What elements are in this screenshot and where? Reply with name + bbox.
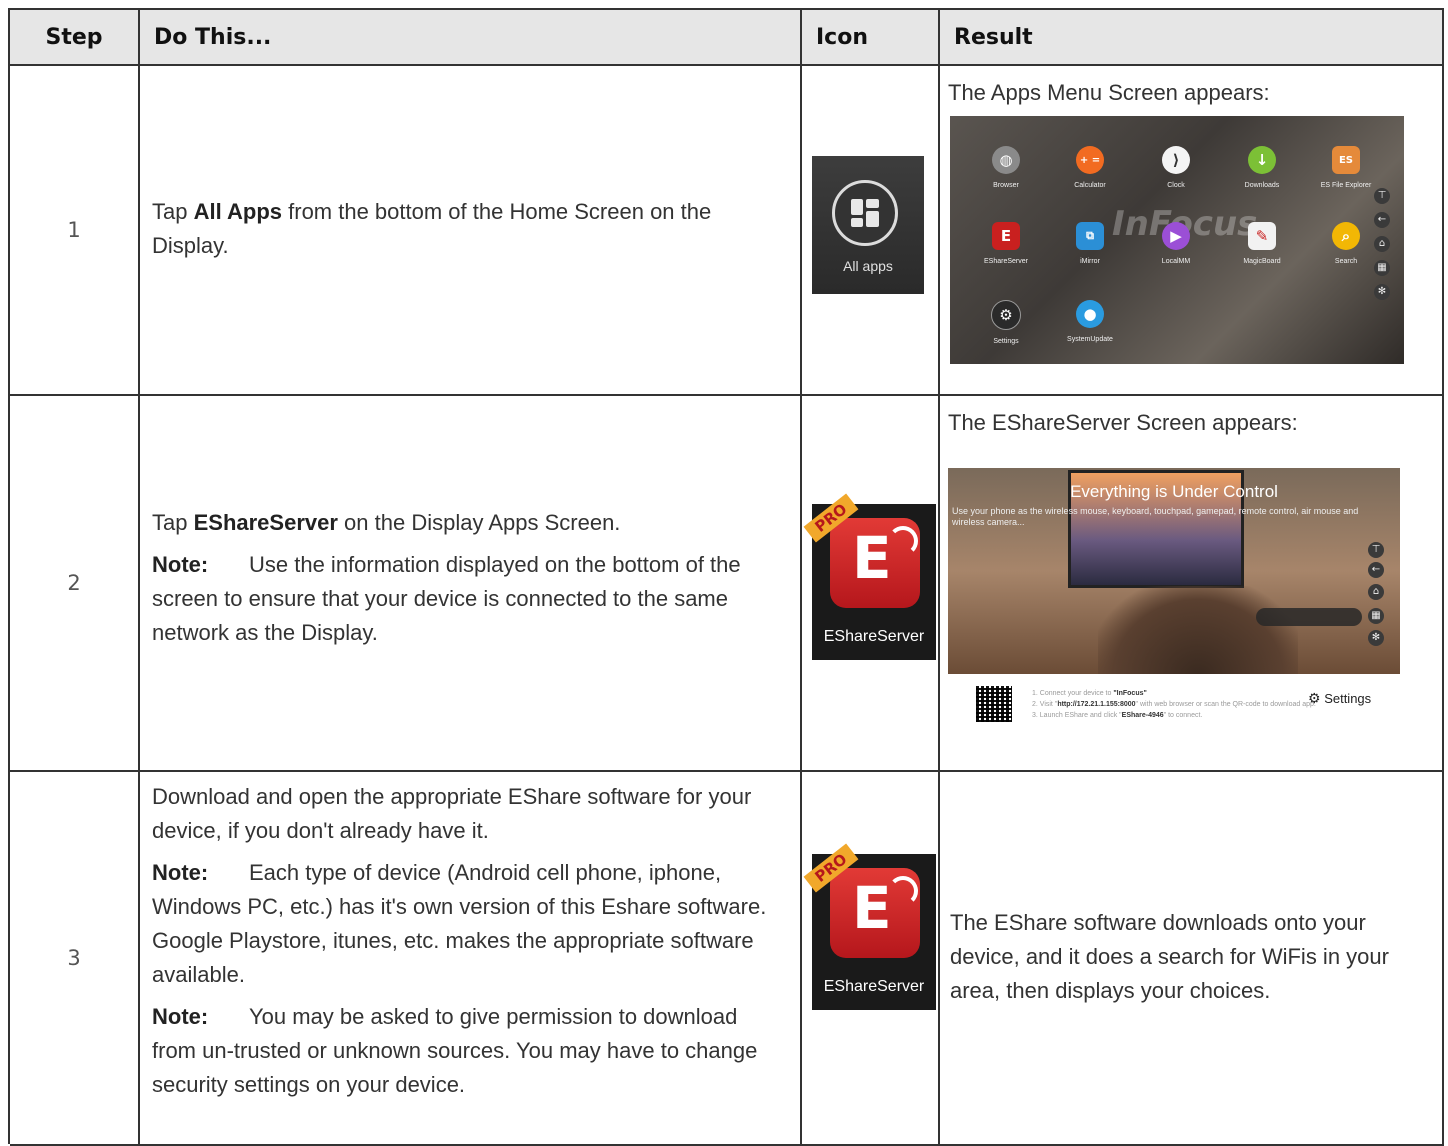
header-icon-label: Icon [816,24,869,50]
all-apps-label: All apps [843,258,893,274]
sidebar-toolbox-icon[interactable]: ⊤ [1374,188,1390,204]
connect-step-1: 1. Connect your device to "InFocus" [1032,690,1147,697]
search-icon: ⌕ [1332,222,1360,250]
wifi-wave-icon [888,876,918,906]
eshare-home-icon[interactable]: ⌂ [1368,584,1384,600]
eshare-snowflake-icon[interactable]: ✻ [1368,630,1384,646]
globe-icon: ◍ [992,146,1020,174]
eshare-connect-steps: 1. Connect your device to "InFocus" 2. V… [1032,688,1322,721]
row2-icon-cell: E PRO EShareServer [802,396,940,772]
header-do-this-label: Do This... [154,24,272,50]
connect-step-2: 2. Visit "http://172.21.1.155:8000" with… [1032,701,1316,708]
row2-result-caption: The EShareServer Screen appears: [948,410,1298,435]
eshareserver-term: EShareServer [193,510,338,535]
wifi-wave-icon [888,526,918,556]
row1-result-cell: The Apps Menu Screen appears: InFocus ◍ … [940,66,1444,396]
row1-step-cell: 1 [10,66,140,396]
row2-step-number: 2 [67,571,81,595]
all-apps-term: All Apps [193,199,283,224]
row3-note-2: Note: You may be asked to give permission… [152,1000,780,1102]
app-clock[interactable]: ⟩ Clock [1136,146,1216,189]
app-downloads[interactable]: ↓ Downloads [1222,146,1302,189]
eshare-hero-subtitle: Use your phone as the wireless mouse, ke… [952,506,1359,527]
row3-note-1: Note: Each type of device (Android cell p… [152,856,780,992]
row3-step-cell: 3 [10,772,140,1146]
gear-icon: ⚙ [1308,690,1321,706]
eshare-logo: E [830,518,920,608]
row2-instruction-cell: Tap EShareServer on the Display Apps Scr… [140,396,802,772]
eshare-letter: E [852,524,892,592]
row3-instruction: Download and open the appropriate EShare… [152,784,752,843]
pen-icon: ✎ [1248,222,1276,250]
header-icon: Icon [802,10,940,66]
note-label: Note: [152,552,209,577]
row2-note: Note: Use the information displayed on th… [152,548,776,650]
row2-instruction: Tap EShareServer on the Display Apps Scr… [152,510,621,535]
header-result-label: Result [954,24,1033,50]
header-step-label: Step [45,24,103,50]
all-apps-circle [832,180,898,246]
download-icon: ↓ [1248,146,1276,174]
gear-icon: ⚙ [991,300,1021,330]
app-magicboard[interactable]: ✎ MagicBoard [1222,222,1302,265]
apps-menu-screenshot: InFocus ◍ Browser + = Calculator ⟩ Clock… [950,116,1404,364]
header-step: Step [10,10,140,66]
row2-step-cell: 2 [10,396,140,772]
note-label: Note: [152,1004,209,1029]
eshare-logo: E [830,868,920,958]
settings-label: Settings [1324,691,1372,706]
sidebar-snowflake-icon[interactable]: ✻ [1374,284,1390,300]
family-silhouette [1098,586,1298,674]
eshareserver-icon-label: EShareServer [823,978,925,995]
steps-table: Step Do This... Icon Result 1 Tap All Ap… [8,8,1444,1146]
row1-instruction: Tap All Apps from the bottom of the Home… [152,199,712,258]
eshare-apps-icon[interactable]: ▦ [1368,608,1384,624]
eshareserver-icon-label: EShareServer [823,628,925,645]
eshare-hero-title: Everything is Under Control [1070,482,1278,501]
header-result: Result [940,10,1444,66]
app-browser[interactable]: ◍ Browser [966,146,1046,189]
eshare-back-icon[interactable]: ← [1368,562,1384,578]
sidebar-apps-icon[interactable]: ▦ [1374,260,1390,276]
app-systemupdate[interactable]: ● SystemUpdate [1050,300,1130,343]
row3-step-number: 3 [67,946,81,970]
row3-result-cell: The EShare software downloads onto your … [940,772,1444,1146]
qr-code [976,686,1012,722]
row2-result-cell: The EShareServer Screen appears: Everyth… [940,396,1444,772]
play-icon: ▶ [1162,222,1190,250]
header-do-this: Do This... [140,10,802,66]
row3-icon-cell: E PRO EShareServer [802,772,940,1146]
eshare-letter: E [852,874,892,942]
eshareserver-icon: E PRO EShareServer [803,843,936,1010]
app-localmm[interactable]: ▶ LocalMM [1136,222,1216,265]
app-eshareserver[interactable]: E EShareServer [966,222,1046,265]
row1-icon-cell: All apps [802,66,940,396]
app-settings[interactable]: ⚙ Settings [966,300,1046,345]
app-es-file-explorer[interactable]: ES ES File Explorer [1306,146,1386,189]
eshare-settings-button[interactable]: ⚙ Settings [1308,690,1371,707]
row1-instruction-cell: Tap All Apps from the bottom of the Home… [140,66,802,396]
sidebar-home-icon[interactable]: ⌂ [1374,236,1390,252]
app-calculator[interactable]: + = Calculator [1050,146,1130,189]
row3-instruction-cell: Download and open the appropriate EShare… [140,772,802,1146]
eshare-screenshot: Everything is Under Control Use your pho… [948,468,1400,674]
row1-result-caption: The Apps Menu Screen appears: [948,80,1270,105]
note-label: Note: [152,860,209,885]
eshare-icon: E [992,222,1020,250]
eshare-bottom-toolbar [1256,608,1362,626]
clock-icon: ⟩ [1162,146,1190,174]
connect-step-3: 3. Launch EShare and click "EShare-4946"… [1032,712,1203,719]
calculator-icon: + = [1076,146,1104,174]
app-imirror[interactable]: ⧉ iMirror [1050,222,1130,265]
sidebar-back-icon[interactable]: ← [1374,212,1390,228]
update-icon: ● [1076,300,1104,328]
folder-icon: ES [1332,146,1360,174]
row1-step-number: 1 [67,218,81,242]
grid-glyph-icon [851,199,879,227]
all-apps-icon: All apps [812,156,924,294]
mirror-icon: ⧉ [1076,222,1104,250]
eshareserver-icon: E PRO EShareServer [803,493,936,660]
row3-result-text: The EShare software downloads onto your … [950,910,1389,1003]
eshare-toolbox-icon[interactable]: ⊤ [1368,542,1384,558]
